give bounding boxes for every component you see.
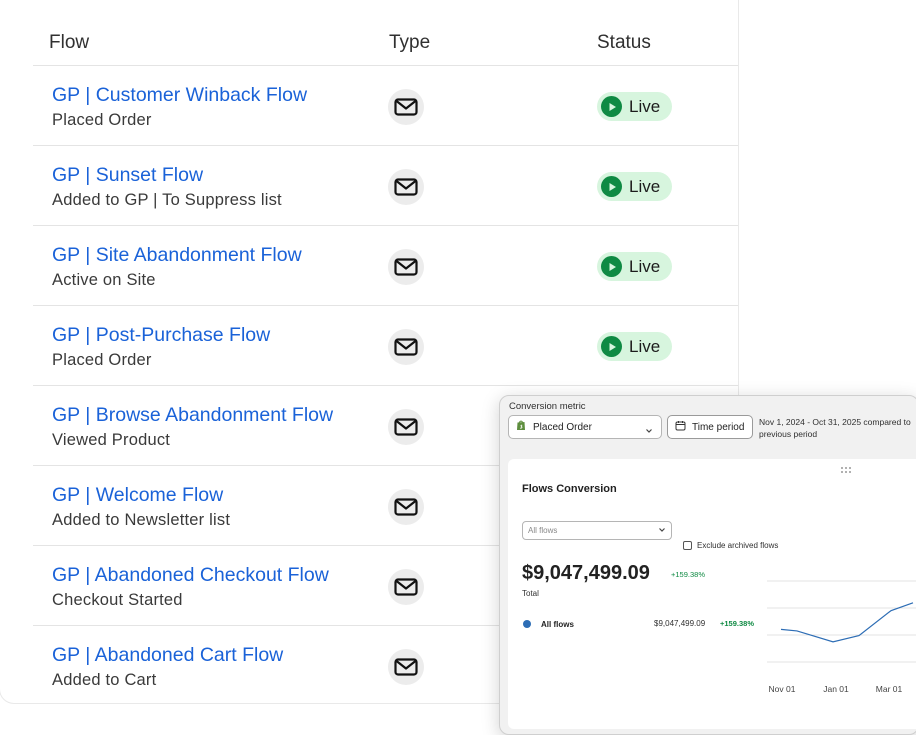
flow-trigger: Placed Order — [52, 111, 152, 129]
flow-trigger: Added to Cart — [52, 671, 157, 689]
time-period-button[interactable]: Time period — [667, 415, 753, 439]
flow-name-link[interactable]: GP | Abandoned Cart Flow — [52, 644, 283, 667]
email-icon — [388, 649, 424, 685]
flow-name-link[interactable]: GP | Welcome Flow — [52, 484, 223, 507]
series-value: $9,047,499.09 — [654, 619, 706, 628]
flow-trigger: Viewed Product — [52, 431, 171, 449]
total-value: $9,047,499.09 — [522, 562, 650, 584]
flow-trigger: Checkout Started — [52, 591, 183, 609]
flow-name-link[interactable]: GP | Site Abandonment Flow — [52, 244, 302, 267]
status-badge: Live — [597, 332, 672, 361]
flow-trigger: Placed Order — [52, 351, 152, 369]
flow-name-link[interactable]: GP | Abandoned Checkout Flow — [52, 564, 329, 587]
series-color-dot — [523, 620, 531, 628]
drag-handle-icon[interactable] — [840, 461, 852, 479]
table-row: GP | Post-Purchase Flow Placed Order Liv… — [33, 306, 738, 386]
email-icon — [388, 569, 424, 605]
status-label: Live — [629, 256, 661, 276]
date-range-text: Nov 1, 2024 - Oct 31, 2025 compared to p… — [759, 417, 911, 439]
flows-filter-select[interactable]: All flows — [522, 521, 672, 540]
flow-trigger: Added to GP | To Suppress list — [52, 191, 282, 209]
status-label: Live — [629, 336, 661, 356]
conversion-metric-select[interactable]: Placed Order — [508, 415, 662, 439]
chevron-down-icon — [658, 526, 666, 536]
x-tick-label: Mar 01 — [876, 684, 903, 694]
column-header-status: Status — [597, 32, 651, 53]
card-title: Flows Conversion — [522, 483, 617, 495]
flow-trigger: Added to Newsletter list — [52, 511, 231, 529]
table-row: GP | Sunset Flow Added to GP | To Suppre… — [33, 146, 738, 226]
status-badge: Live — [597, 252, 672, 281]
table-row: GP | Site Abandonment Flow Active on Sit… — [33, 226, 738, 306]
email-icon — [388, 409, 424, 445]
column-header-flow: Flow — [49, 32, 90, 53]
time-period-label: Time period — [692, 421, 745, 433]
flow-trigger: Active on Site — [52, 271, 156, 289]
flows-filter-value: All flows — [528, 526, 558, 535]
email-icon — [388, 489, 424, 525]
total-change: +159.38% — [671, 570, 705, 579]
flow-name-link[interactable]: GP | Post-Purchase Flow — [52, 324, 270, 347]
flow-name-link[interactable]: GP | Customer Winback Flow — [52, 84, 307, 107]
status-badge: Live — [597, 172, 672, 201]
exclude-archived-checkbox[interactable] — [683, 541, 692, 550]
status-label: Live — [629, 176, 661, 196]
play-icon — [601, 256, 622, 277]
column-header-type: Type — [389, 32, 431, 53]
flows-conversion-card: Flows Conversion All flows Exclude archi… — [508, 459, 916, 729]
calendar-icon — [675, 418, 686, 436]
chevron-down-icon — [645, 422, 653, 440]
status-label: Live — [629, 96, 661, 116]
table-row: GP | Customer Winback Flow Placed Order … — [33, 66, 738, 146]
x-tick-label: Jan 01 — [823, 684, 849, 694]
status-badge: Live — [597, 92, 672, 121]
exclude-archived-label: Exclude archived flows — [697, 541, 779, 550]
shopify-icon — [516, 418, 526, 436]
conversion-metric-label: Conversion metric — [509, 401, 586, 412]
flows-conversion-line-chart: Nov 01 Jan 01 Mar 01 — [767, 580, 916, 694]
email-icon — [388, 249, 424, 285]
email-icon — [388, 169, 424, 205]
play-icon — [601, 336, 622, 357]
series-line-all-flows — [780, 602, 914, 643]
table-header: Flow Type Status — [33, 0, 738, 66]
flows-conversion-panel: Conversion metric Placed Order Time peri… — [499, 395, 916, 735]
series-name: All flows — [541, 620, 574, 629]
email-icon — [388, 89, 424, 125]
flow-name-link[interactable]: GP | Browse Abandonment Flow — [52, 404, 333, 427]
play-icon — [601, 176, 622, 197]
total-label: Total — [522, 589, 539, 598]
metric-value: Placed Order — [533, 421, 592, 433]
x-tick-label: Nov 01 — [769, 684, 796, 694]
flow-name-link[interactable]: GP | Sunset Flow — [52, 164, 203, 187]
series-change: +159.38% — [720, 619, 754, 628]
email-icon — [388, 329, 424, 365]
exclude-archived-option[interactable]: Exclude archived flows — [683, 541, 778, 550]
play-icon — [601, 96, 622, 117]
